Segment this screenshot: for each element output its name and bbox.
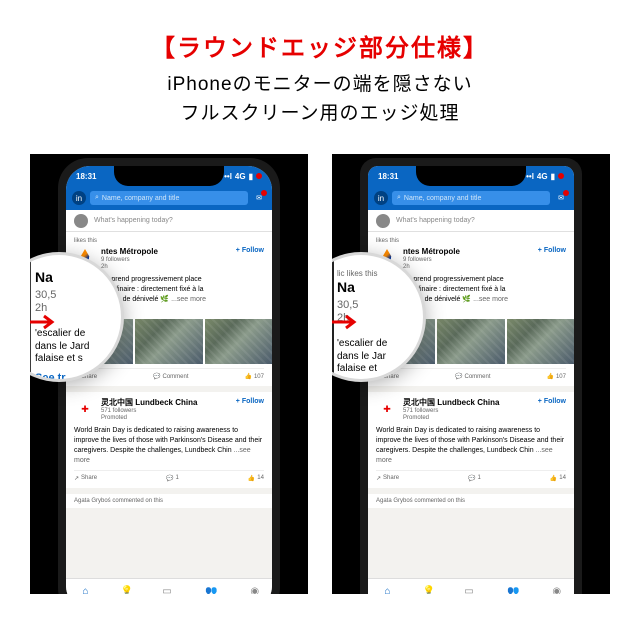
signal-icon: ••l — [224, 172, 232, 181]
like-button[interactable]: 👍 14 — [550, 475, 566, 482]
activity-line: Agata Gryboś commented on this — [368, 494, 574, 508]
phones-row: 18:31 ••l 4G ▮ in ⌕ Name, company and ti… — [0, 154, 640, 594]
post-card: ✚ 灵北中国 Lundbeck China 571 followers Prom… — [66, 392, 272, 493]
nav-icon: ◉ — [552, 586, 561, 595]
nav-jobs[interactable]: ▭Jobs — [464, 586, 475, 595]
nav-my-network[interactable]: 👥My Network — [198, 586, 224, 595]
messages-icon[interactable]: ✉ — [252, 191, 266, 205]
phone-slot-left: 18:31 ••l 4G ▮ in ⌕ Name, company and ti… — [30, 154, 308, 594]
notification-dot-icon — [256, 173, 262, 179]
share-button[interactable]: ↗ Share — [376, 475, 399, 482]
activity-line: Agata Gryboś commented on this — [66, 494, 272, 508]
search-input[interactable]: ⌕ Name, company and title — [90, 191, 248, 205]
nav-icon: ▭ — [162, 586, 171, 595]
company-logo-icon[interactable]: ✚ — [376, 398, 398, 420]
comment-button[interactable]: 💬 1 — [468, 475, 481, 482]
follow-button[interactable]: + Follow — [236, 398, 264, 405]
post-image[interactable] — [507, 319, 574, 364]
avatar — [376, 214, 390, 228]
nav-jobs[interactable]: ▭Jobs — [162, 586, 173, 595]
nav-icon: ◉ — [250, 586, 259, 595]
time: 18:31 — [378, 172, 398, 181]
post-image[interactable] — [437, 319, 504, 364]
nav-home[interactable]: ⌂Home — [79, 586, 92, 595]
search-bar: in ⌕ Name, company and title ✉ — [66, 186, 272, 210]
signal-icon: ••l — [526, 172, 534, 181]
company-logo-icon[interactable]: ✚ — [74, 398, 96, 420]
screen: 18:31 ••l 4G ▮ in ⌕ Name, company and ti… — [368, 166, 574, 594]
app-logo-icon[interactable]: in — [374, 191, 388, 205]
post-image[interactable] — [205, 319, 272, 364]
network-label: 4G — [235, 172, 246, 181]
comment-button[interactable]: 💬 Comment — [153, 373, 189, 380]
battery-icon: ▮ — [249, 172, 253, 181]
nav-icon: ⌂ — [83, 586, 89, 595]
network-label: 4G — [537, 172, 548, 181]
app-logo-icon[interactable]: in — [72, 191, 86, 205]
nav-icon: 💡 — [423, 586, 435, 595]
nav-me[interactable]: ◉Me — [552, 586, 561, 595]
like-button[interactable]: 👍 14 — [248, 475, 264, 482]
nav-me[interactable]: ◉Me — [250, 586, 259, 595]
nav-careers[interactable]: 💡Careers — [420, 586, 438, 595]
follow-button[interactable]: + Follow — [538, 247, 566, 254]
comment-button[interactable]: 💬 Comment — [455, 373, 491, 380]
see-more-link[interactable]: ...see more — [171, 296, 206, 303]
like-button[interactable]: 👍 107 — [244, 373, 264, 380]
post-image[interactable] — [135, 319, 202, 364]
avatar — [74, 214, 88, 228]
bottom-nav: ⌂Home 💡Careers ▭Jobs 👥My Network ◉Me — [368, 578, 574, 594]
follow-button[interactable]: + Follow — [236, 247, 264, 254]
nav-careers[interactable]: 💡Careers — [118, 586, 136, 595]
header-block: 【ラウンドエッジ部分仕様】 iPhoneのモニターの端を隠さない フルスクリーン… — [0, 0, 640, 140]
follow-button[interactable]: + Follow — [538, 398, 566, 405]
subtitle: iPhoneのモニターの端を隠さない フルスクリーン用のエッジ処理 — [0, 71, 640, 128]
notch — [416, 166, 526, 186]
messages-icon[interactable]: ✉ — [554, 191, 568, 205]
compose-bar[interactable]: What's happening today? — [368, 210, 574, 232]
nav-icon: 👥 — [507, 586, 519, 595]
nav-home[interactable]: ⌂Home — [381, 586, 394, 595]
search-bar: in ⌕ Name, company and title ✉ — [368, 186, 574, 210]
like-button[interactable]: 👍 107 — [546, 373, 566, 380]
nav-icon: ⌂ — [385, 586, 391, 595]
post-card: ✚ 灵北中国 Lundbeck China 571 followers Prom… — [368, 392, 574, 493]
phone-slot-right: 18:31 ••l 4G ▮ in ⌕ Name, company and ti… — [332, 154, 610, 594]
time: 18:31 — [76, 172, 96, 181]
title-red: 【ラウンドエッジ部分仕様】 — [0, 28, 640, 63]
share-button[interactable]: ↗ Share — [74, 475, 97, 482]
notification-dot-icon — [558, 173, 564, 179]
search-icon: ⌕ — [95, 194, 99, 202]
notch — [114, 166, 224, 186]
nav-my-network[interactable]: 👥My Network — [500, 586, 526, 595]
see-more-link[interactable]: ...see more — [473, 296, 508, 303]
comment-button[interactable]: 💬 1 — [166, 475, 179, 482]
search-input[interactable]: ⌕ Name, company and title — [392, 191, 550, 205]
nav-icon: ▭ — [464, 586, 473, 595]
compose-bar[interactable]: What's happening today? — [66, 210, 272, 232]
screen: 18:31 ••l 4G ▮ in ⌕ Name, company and ti… — [66, 166, 272, 594]
battery-icon: ▮ — [551, 172, 555, 181]
red-arrow-icon — [30, 314, 60, 330]
search-icon: ⌕ — [397, 194, 401, 202]
bottom-nav: ⌂Home 💡Careers ▭Jobs 👥My Network ◉Me — [66, 578, 272, 594]
red-arrow-icon — [332, 314, 362, 330]
nav-icon: 👥 — [205, 586, 217, 595]
nav-icon: 💡 — [121, 586, 133, 595]
